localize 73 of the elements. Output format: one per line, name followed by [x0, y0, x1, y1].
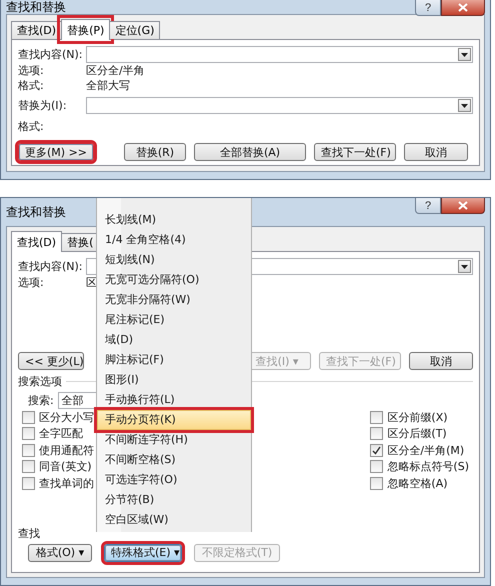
tab[interactable]: 查找(D) [11, 21, 62, 39]
find-field[interactable] [86, 46, 473, 63]
menu-item[interactable]: 空白区域(W) [97, 510, 251, 530]
menu-item[interactable]: 手动换行符(L) [97, 390, 251, 410]
less-button[interactable]: << 更少(L) [18, 352, 84, 370]
checkbox[interactable] [370, 427, 384, 440]
checkmark-icon [372, 446, 382, 455]
menu-item[interactable]: 域(D) [97, 330, 251, 350]
checkbox[interactable] [22, 444, 35, 457]
checkbox[interactable] [22, 427, 35, 440]
button[interactable]: 取消 [409, 352, 473, 370]
menu-item[interactable]: 图形(I) [97, 370, 251, 390]
options-value: 区 [86, 275, 97, 290]
checkbox[interactable] [22, 460, 35, 474]
checkbox[interactable] [370, 460, 384, 474]
menu-item[interactable]: 手动分页符(K) [97, 410, 251, 430]
checkbox-label: 忽略标点符号(S) [387, 459, 469, 474]
menu-item[interactable]: 短划线(N) [97, 250, 251, 270]
checkbox-label: 使用通配符 [39, 442, 94, 458]
menu-item[interactable]: 长划线(M) [97, 210, 251, 230]
menu-item[interactable]: 尾注标记(E) [97, 310, 251, 330]
checkbox[interactable] [22, 410, 35, 424]
checkbox-label: 同音(英文) [39, 459, 92, 474]
group-title: 搜索选项 [18, 374, 62, 389]
button[interactable]: 全部替换(A) [194, 143, 306, 161]
checkbox-label: 忽略空格(A) [387, 476, 448, 491]
caret-down-icon [461, 264, 468, 268]
replace-label: 替换为(I): [18, 98, 68, 113]
replace-field[interactable] [86, 97, 473, 114]
checkbox-label: 区分后缀(T) [387, 426, 447, 442]
options-value: 区分全/半角 [86, 63, 145, 78]
checkbox-label: 查找单词的 [39, 476, 94, 491]
help-button[interactable]: ? [415, 198, 441, 214]
options-label: 选项: [18, 275, 45, 290]
button[interactable]: 替换(R) [124, 143, 186, 161]
menu-item[interactable]: 分节符(B) [97, 490, 251, 510]
menu-item[interactable]: 无宽可选分隔符(O) [97, 270, 251, 290]
caret-down-icon [461, 52, 468, 56]
format-label: 格式: [18, 119, 45, 134]
button[interactable]: 取消 [404, 143, 468, 161]
checkbox-label: 全字匹配 [39, 426, 83, 442]
menu-item[interactable]: 无宽非分隔符(W) [97, 290, 251, 310]
find-label: 查找内容(N): [18, 259, 84, 274]
menu-item[interactable]: 不间断连字符(H) [97, 430, 251, 450]
checkbox[interactable] [22, 476, 35, 490]
checkbox[interactable] [370, 476, 384, 490]
caret-down-icon [461, 104, 468, 108]
tab[interactable]: 查找(D) [11, 231, 62, 252]
checkbox-label: 区分大小写 [39, 410, 94, 425]
help-button[interactable]: ? [415, 0, 441, 16]
checkbox[interactable] [370, 444, 384, 457]
window-title: 查找和替换 [6, 205, 66, 219]
button[interactable]: 格式(O) ▾ [28, 544, 92, 562]
button[interactable]: 更多(M) >> [18, 143, 94, 161]
button[interactable]: 查找下一处(F) [314, 143, 396, 161]
options-label: 选项: [18, 63, 45, 78]
tab[interactable]: 定位(G) [109, 21, 160, 39]
window-title: 查找和替换 [6, 0, 66, 14]
format-value: 全部大写 [86, 78, 130, 93]
find-label: 查找内容(N): [18, 47, 84, 62]
menu-item[interactable]: 可选连字符(O) [97, 470, 251, 490]
menu-item[interactable]: 不间断空格(S) [97, 450, 251, 470]
close-icon [458, 3, 468, 12]
menu-item[interactable]: 1/4 全角空格(4) [97, 230, 251, 250]
close-button[interactable] [441, 198, 485, 214]
close-icon [458, 201, 468, 210]
close-button[interactable] [441, 0, 485, 16]
format-label: 格式: [18, 78, 45, 93]
checkbox[interactable] [370, 410, 384, 424]
search-label: 搜索: [28, 393, 54, 408]
checkbox-label: 区分前缀(X) [387, 410, 448, 425]
checkbox-label: 区分全/半角(M) [387, 442, 464, 458]
section-label: 查找 [18, 526, 40, 540]
